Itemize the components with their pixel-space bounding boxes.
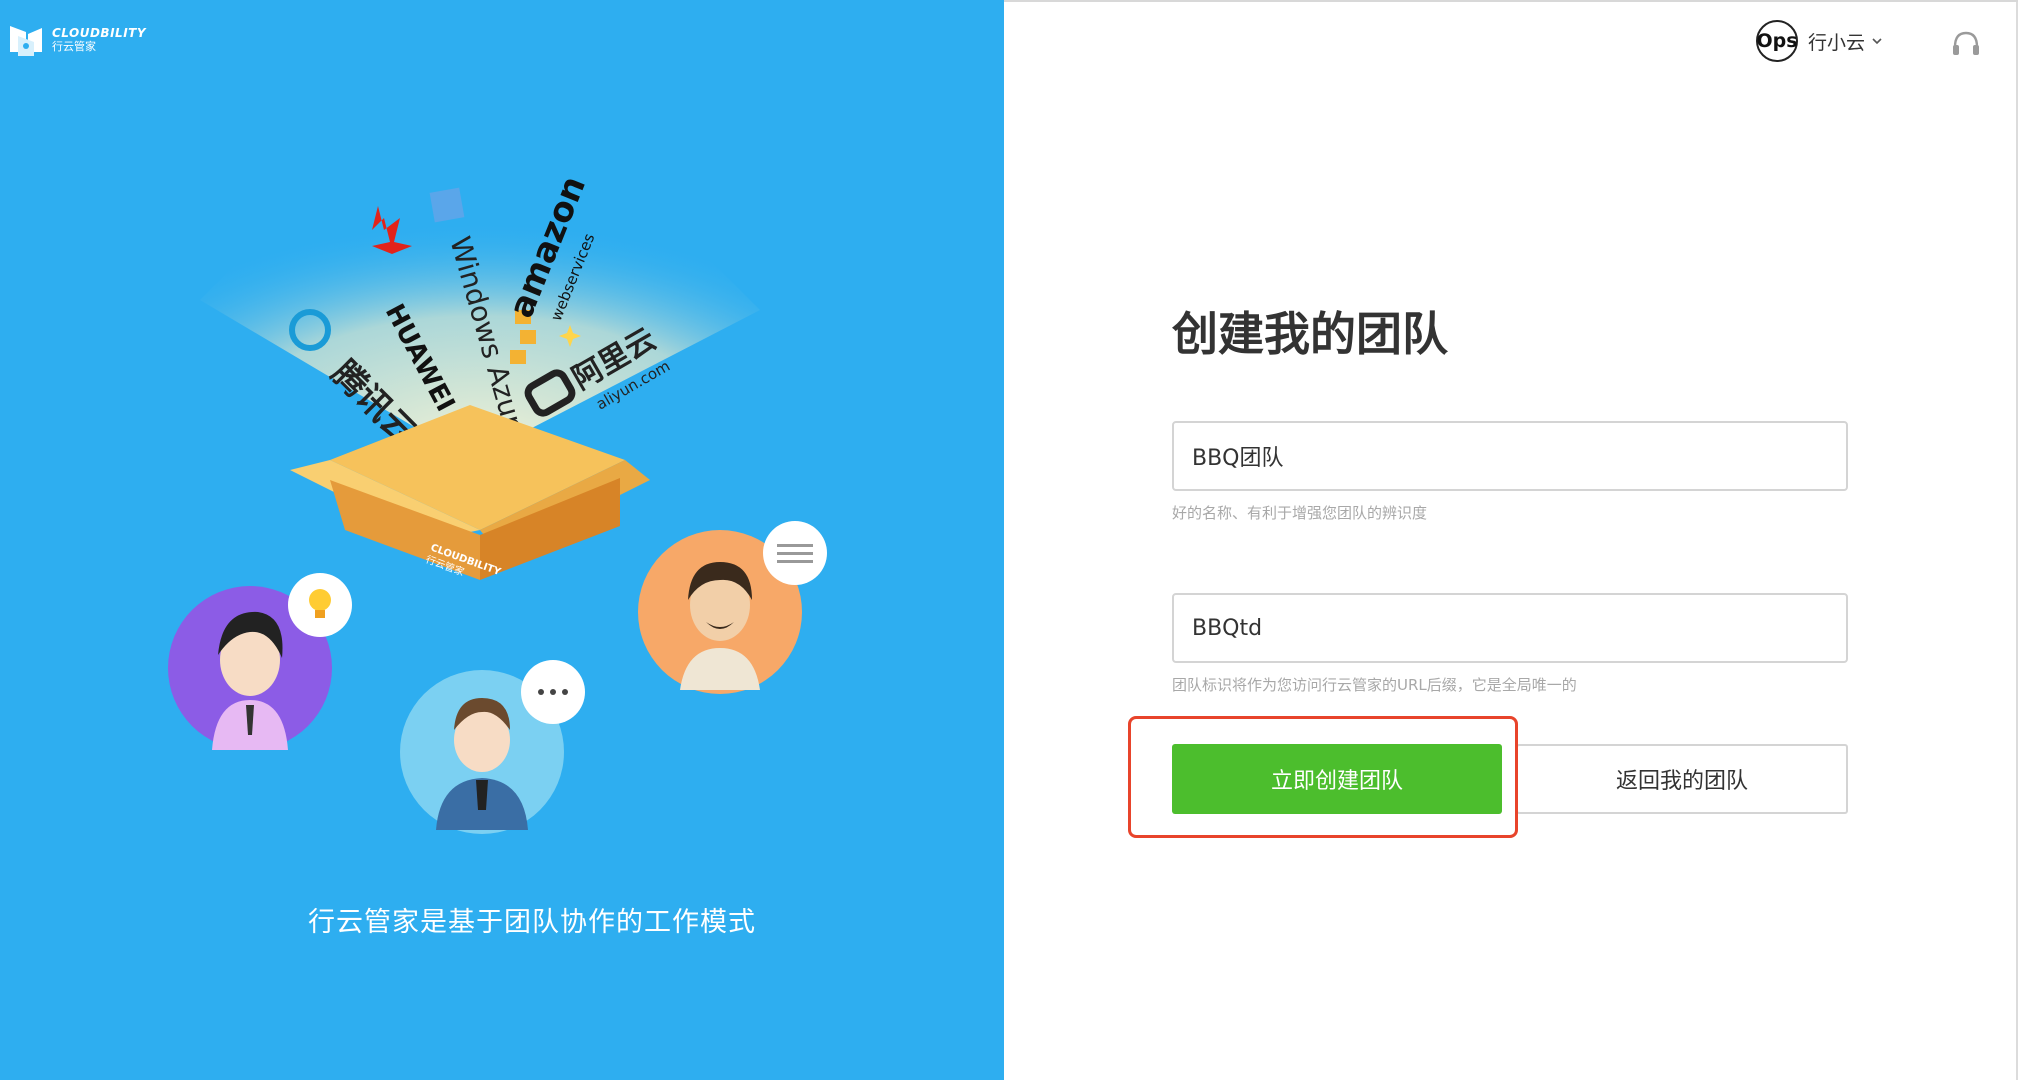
- brand[interactable]: CLOUDBILITY 行云管家: [8, 22, 146, 58]
- page-title: 创建我的团队: [1172, 307, 1448, 361]
- chat-bubble-icon: [521, 660, 585, 724]
- left-promo-panel: CLOUDBILITY 行云管家 腾讯云 HUAWEI Windows Azur…: [0, 0, 1004, 1080]
- username[interactable]: 行小云: [1808, 28, 1865, 55]
- menu-lines-icon: [763, 521, 827, 585]
- lightbulb-icon: [288, 573, 352, 637]
- team-id-hint: 团队标识将作为您访问行云管家的URL后缀，它是全局唯一的: [1172, 676, 1577, 694]
- cloud-providers-illustration: 腾讯云 HUAWEI Windows Azure amazon webservi…: [168, 160, 827, 834]
- brand-name-en: CLOUDBILITY: [52, 26, 147, 41]
- user-menu[interactable]: Ops 行小云: [1756, 20, 1883, 62]
- brand-name-cn: 行云管家: [52, 39, 96, 53]
- team-name-hint: 好的名称、有利于增强您团队的辨识度: [1172, 504, 1428, 522]
- box-icon: CLOUDBILITY 行云管家: [290, 405, 650, 580]
- chevron-down-icon[interactable]: [1871, 35, 1883, 47]
- team-id-input[interactable]: [1172, 593, 1848, 663]
- team-name-input[interactable]: [1172, 421, 1848, 491]
- back-to-my-teams-button[interactable]: 返回我的团队: [1516, 744, 1848, 814]
- cloudbility-logo-icon: [10, 26, 42, 56]
- create-team-page: CLOUDBILITY 行云管家 腾讯云 HUAWEI Windows Azur…: [0, 0, 2018, 1080]
- left-caption: 行云管家是基于团队协作的工作模式: [308, 907, 756, 938]
- brand-text: CLOUDBILITY 行云管家: [52, 27, 146, 52]
- avatar[interactable]: Ops: [1756, 20, 1798, 62]
- create-team-button[interactable]: 立即创建团队: [1172, 744, 1502, 814]
- headset-icon[interactable]: [1950, 29, 1982, 57]
- right-form-panel: Ops 行小云 创建我的团队 好的名称、有利于增强您团队的辨识度 团队标识将作为…: [1004, 0, 2018, 1080]
